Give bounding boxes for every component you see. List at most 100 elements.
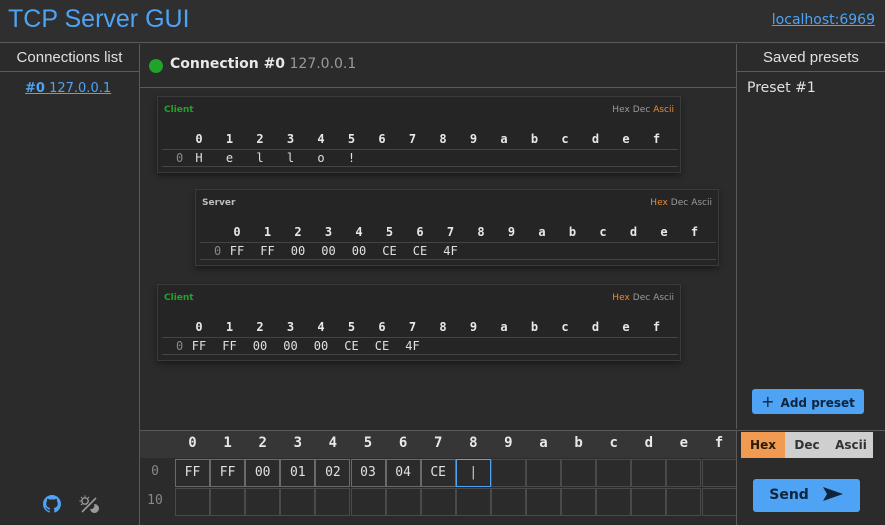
message-row: 0 He l l o! (162, 149, 678, 167)
presets-heading: Saved presets (737, 44, 885, 72)
byte-input[interactable]: 00 (245, 459, 281, 487)
byte-input-empty[interactable] (490, 488, 526, 516)
send-arrow-icon (822, 487, 843, 501)
byte-input-empty[interactable] (701, 459, 737, 487)
column-header: 9 (469, 320, 478, 334)
byte-input-empty[interactable] (385, 488, 421, 516)
editor-row-label: 0 (151, 464, 159, 479)
send-format-hex[interactable]: Hex (741, 432, 785, 458)
column-header: 2 (256, 132, 264, 146)
add-preset-button[interactable]: + Add preset (752, 389, 864, 414)
byte-cell: CE (412, 244, 428, 258)
message-sender: Client (164, 105, 194, 115)
byte-cell: 00 (321, 244, 336, 258)
format-ascii[interactable]: Ascii (653, 105, 674, 115)
column-header: b (530, 320, 539, 334)
byte-cell: ! (347, 151, 356, 165)
send-button[interactable]: Send (753, 479, 860, 512)
column-header: 6 (416, 225, 424, 239)
editor-column-header: d (644, 435, 654, 451)
byte-cell: H (195, 151, 203, 165)
send-format-ascii[interactable]: Ascii (829, 432, 873, 458)
byte-input-empty[interactable] (420, 488, 456, 516)
byte-input[interactable]: 02 (315, 459, 351, 487)
plus-icon: + (761, 392, 775, 411)
byte-input[interactable]: 04 (385, 459, 421, 487)
format-dec[interactable]: Dec (633, 293, 650, 303)
byte-input-empty[interactable] (490, 459, 526, 487)
connection-link[interactable]: #0 127.0.0.1 (25, 81, 111, 96)
byte-cell: l (256, 151, 264, 165)
byte-input-empty[interactable] (526, 459, 561, 487)
message-card: Server Hex Dec Ascii 0 1 2 3 4 5 6 7 8 9 a b c d e f 0 FF… (195, 189, 719, 266)
editor-column-header: 4 (328, 435, 338, 451)
byte-input[interactable]: 03 (350, 459, 386, 487)
format-dec[interactable]: Dec (671, 198, 688, 208)
row-label: 0 (176, 339, 184, 353)
byte-input[interactable]: 01 (280, 459, 316, 487)
byte-cell: 00 (351, 244, 367, 258)
host-link[interactable]: localhost:6969 (772, 12, 875, 28)
column-headers: 0 1 2 3 4 5 6 7 8 9 a b c d e f (222, 224, 714, 242)
byte-cell: 00 (283, 339, 298, 353)
byte-input-empty[interactable] (701, 488, 737, 516)
editor-column-header: 8 (469, 435, 478, 451)
format-hex[interactable]: Hex (650, 198, 667, 208)
github-icon[interactable] (43, 495, 61, 513)
byte-input-empty[interactable] (666, 488, 702, 516)
byte-cell: CE (382, 244, 397, 258)
byte-input[interactable]: FF (175, 459, 210, 487)
message-sender: Client (164, 293, 194, 303)
theme-toggle-icon[interactable] (79, 495, 99, 513)
format-hex[interactable]: Hex (612, 293, 629, 303)
message-sender: Server (202, 198, 236, 208)
byte-cell: 4F (443, 244, 458, 258)
byte-input-empty[interactable] (561, 488, 597, 516)
column-header: d (591, 132, 600, 146)
byte-input-empty[interactable] (350, 488, 386, 516)
column-header: 8 (439, 132, 447, 146)
byte-input-empty[interactable] (280, 488, 316, 516)
column-header: 9 (469, 132, 478, 146)
app-header: TCP Server GUI localhost:6969 (0, 0, 885, 43)
format-ascii[interactable]: Ascii (691, 198, 712, 208)
preset-item[interactable]: Preset #1 (747, 80, 816, 96)
byte-input-empty[interactable] (210, 488, 246, 516)
column-header: a (538, 225, 546, 239)
byte-input-empty[interactable] (631, 459, 667, 487)
column-header: c (599, 225, 607, 239)
byte-input-empty[interactable] (245, 488, 281, 516)
byte-input[interactable]: CE (420, 459, 456, 487)
column-header: 1 (263, 225, 272, 239)
byte-input-empty[interactable] (175, 488, 210, 516)
editor-column-header: 1 (223, 435, 232, 451)
format-ascii[interactable]: Ascii (653, 293, 674, 303)
column-header: 8 (477, 225, 485, 239)
format-dec[interactable]: Dec (633, 105, 650, 115)
byte-cell: o (317, 151, 325, 165)
format-selector: Hex Dec Ascii (609, 293, 674, 303)
column-header: 5 (385, 225, 394, 239)
byte-input-empty[interactable] (666, 459, 702, 487)
byte-cell: 00 (290, 244, 306, 258)
column-header: 7 (408, 132, 417, 146)
byte-input-empty[interactable] (455, 488, 491, 516)
byte-cell: FF (229, 244, 245, 258)
column-header: e (660, 225, 668, 239)
byte-input-empty[interactable] (561, 459, 597, 487)
byte-input-empty[interactable] (596, 488, 632, 516)
column-header: 5 (347, 132, 356, 146)
column-header: 4 (355, 225, 363, 239)
editor-row-label: 10 (147, 493, 163, 508)
byte-input[interactable]: FF (210, 459, 246, 487)
byte-input-empty[interactable] (596, 459, 632, 487)
byte-input-empty[interactable] (631, 488, 667, 516)
send-format-dec[interactable]: Dec (785, 432, 829, 458)
byte-input-active[interactable]: | (455, 459, 491, 487)
format-hex[interactable]: Hex (612, 105, 629, 115)
byte-cell: 00 (252, 339, 268, 353)
byte-input-empty[interactable] (526, 488, 561, 516)
byte-input-empty[interactable] (315, 488, 351, 516)
column-header: 0 (195, 132, 203, 146)
column-header: 1 (225, 320, 234, 334)
